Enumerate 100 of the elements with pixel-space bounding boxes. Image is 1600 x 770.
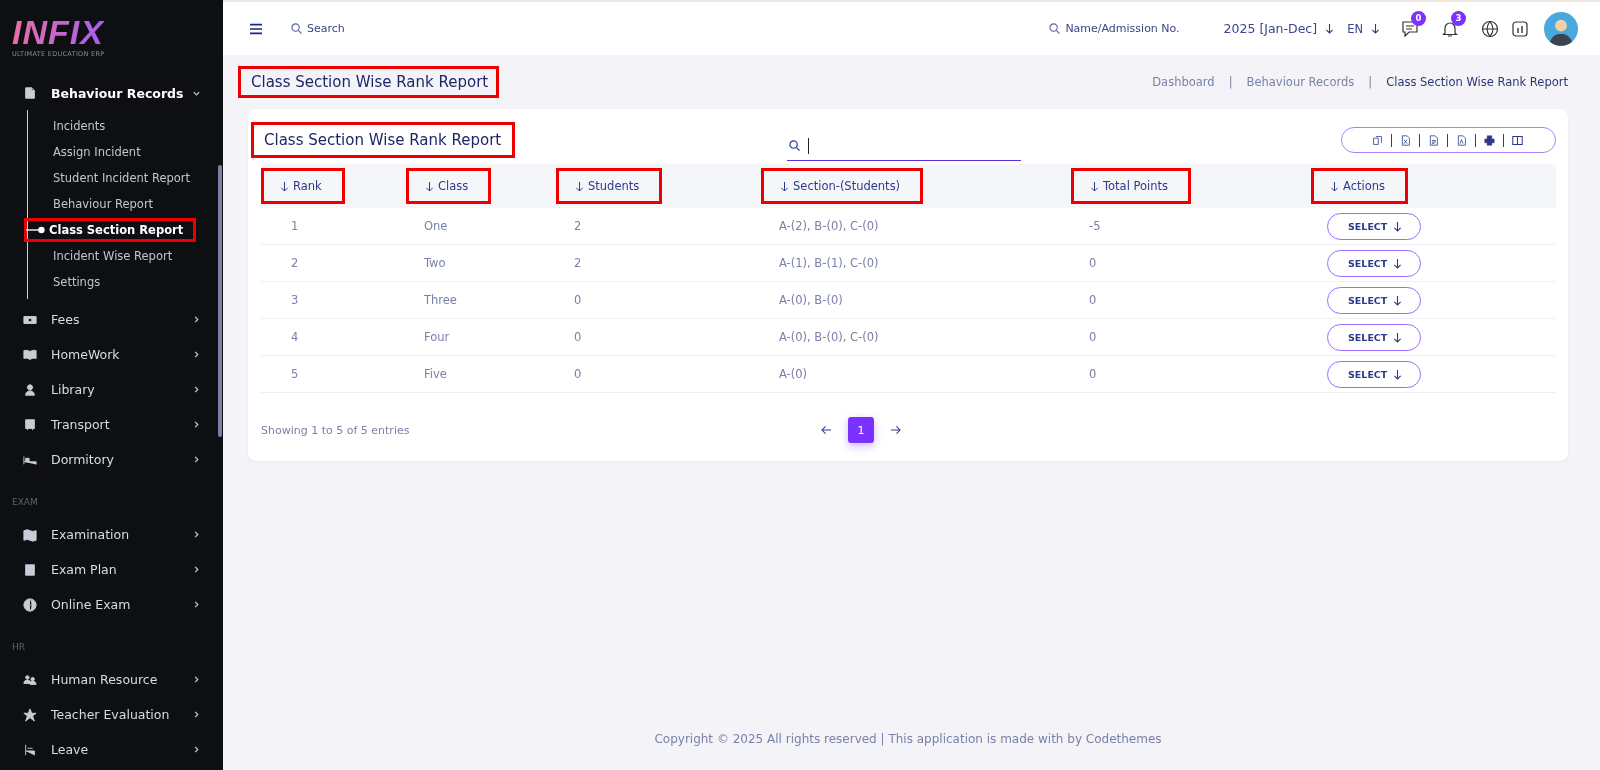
sidebar-item[interactable]: Exam Plan — [0, 552, 223, 587]
column-header[interactable]: Class — [406, 168, 492, 204]
table-cell-text: A-(0) — [778, 367, 808, 381]
arrow-right-icon[interactable] — [890, 425, 901, 435]
copyright-text: Copyright © 2025 All rights reserved | This application is made with by Codethemes — [653, 732, 1163, 748]
arrow-down-icon — [1330, 180, 1339, 192]
sidebar-item[interactable]: Fees — [0, 302, 223, 337]
arrow-down-icon — [280, 180, 289, 192]
select-button[interactable]: SELECT — [1327, 212, 1422, 240]
card-title: Class Section Wise Rank Report — [251, 122, 515, 158]
scrollbar[interactable] — [218, 165, 222, 437]
sidebar-item[interactable]: Human Resource — [0, 662, 223, 697]
table-cell-text: -5 — [1088, 219, 1101, 233]
chevron-icon — [192, 530, 201, 539]
sidebar-item[interactable]: Dormitory — [0, 442, 223, 477]
table-cell-text: 2 — [290, 256, 299, 270]
table-cell-text: A-(2), B-(0), C-(0) — [778, 219, 879, 233]
chevron-icon — [192, 420, 201, 429]
submenu-item[interactable]: Incidents — [48, 114, 111, 138]
table-cell-text: 2 — [573, 256, 582, 270]
column-header[interactable]: Rank — [261, 168, 345, 204]
book-icon — [23, 347, 37, 362]
submenu-item[interactable]: Student Incident Report — [48, 166, 196, 190]
breadcrumb-link[interactable]: Behaviour Records — [1246, 75, 1355, 89]
student-search-field[interactable]: Name/Admission No. — [1049, 22, 1180, 35]
column-header[interactable]: Section-(Students) — [761, 168, 924, 204]
chevron-icon — [192, 565, 201, 574]
breadcrumb-separator: | — [1228, 75, 1233, 89]
submenu-item[interactable]: Behaviour Report — [48, 192, 159, 216]
submenu-item[interactable]: Incident Wise Report — [48, 244, 178, 268]
people-icon — [23, 672, 37, 687]
sidebar-item[interactable]: Transport — [0, 407, 223, 442]
sidebar-item[interactable]: Examination — [0, 517, 223, 552]
arrow-down-icon — [1393, 220, 1403, 232]
arrow-down-icon — [1393, 368, 1403, 380]
page-title: Class Section Wise Rank Report — [238, 66, 500, 98]
column-header[interactable]: Total Points — [1071, 168, 1192, 204]
table-cell-text: A-(0), B-(0), C-(0) — [778, 330, 879, 344]
entries-info: Showing 1 to 5 of 5 entries — [261, 423, 411, 437]
message-count-badge: 0 — [1411, 10, 1426, 26]
language-dropdown[interactable]: EN — [1347, 21, 1380, 36]
table-cell-text: A-(0), B-(0) — [778, 293, 843, 307]
submenu-item[interactable]: Settings — [48, 270, 106, 294]
search-icon — [291, 23, 302, 34]
chart-icon[interactable] — [1510, 18, 1530, 39]
avatar-silhouette[interactable] — [1544, 11, 1578, 46]
breadcrumb-link[interactable]: Dashboard — [1152, 75, 1215, 89]
arrow-down-icon — [1393, 294, 1403, 306]
submenu-item[interactable]: Class Section Report — [24, 218, 197, 242]
sidebar-item[interactable]: Online Exam — [0, 587, 223, 622]
sidebar-item[interactable]: Teacher Evaluation — [0, 697, 223, 732]
select-button[interactable]: SELECT — [1327, 360, 1422, 388]
arrow-down-icon — [575, 180, 584, 192]
notification-count-badge: 3 — [1451, 10, 1466, 26]
table-cell-text: 3 — [290, 293, 299, 307]
chevron-icon — [192, 385, 201, 394]
person-icon — [23, 382, 37, 397]
chevron-icon — [192, 675, 201, 684]
table-cell-text: 0 — [573, 367, 582, 381]
table-cell-text: Two — [423, 256, 446, 270]
search-field[interactable]: Search — [291, 22, 345, 35]
table-cell-text: 5 — [290, 367, 299, 381]
table-cell-text: 4 — [290, 330, 299, 344]
column-header[interactable]: Actions — [1311, 168, 1408, 204]
arrow-left-icon[interactable] — [821, 425, 832, 435]
table-cell-text: A-(1), B-(1), C-(0) — [778, 256, 879, 270]
search-icon — [789, 140, 800, 151]
arrow-down-icon — [780, 180, 789, 192]
submenu-item[interactable]: Assign Incident — [48, 140, 146, 164]
chevron-icon — [192, 315, 201, 324]
arrow-down-icon — [425, 180, 434, 192]
column-header[interactable]: Students — [556, 168, 663, 204]
breadcrumb-link[interactable]: Class Section Wise Rank Report — [1386, 75, 1568, 89]
select-button[interactable]: SELECT — [1327, 286, 1422, 314]
chevron-icon — [192, 710, 201, 719]
arrow-down-icon — [1325, 23, 1335, 34]
section-heading: HR — [11, 641, 27, 654]
select-button[interactable]: SELECT — [1327, 323, 1422, 351]
map-icon — [23, 527, 37, 542]
table-cell-text: 2 — [573, 219, 582, 233]
chevron-icon — [192, 455, 201, 464]
menu-icon[interactable] — [249, 22, 263, 35]
sidebar-item[interactable]: Library — [0, 372, 223, 407]
table-cell-text: Five — [423, 367, 447, 381]
sidebar-item[interactable]: HomeWork — [0, 337, 223, 372]
arrow-down-icon — [1393, 257, 1403, 269]
sidebar-item[interactable]: Leave — [0, 732, 223, 767]
table-cell-text: 0 — [1088, 293, 1097, 307]
page-button[interactable]: 1 — [848, 417, 874, 443]
search-icon — [1049, 23, 1061, 34]
table-cell-text: 0 — [1088, 256, 1097, 270]
sidebar-item[interactable]: Behaviour Records — [0, 76, 223, 110]
chevron-icon — [192, 350, 201, 359]
table-cell-text: 0 — [573, 330, 582, 344]
select-button[interactable]: SELECT — [1327, 249, 1422, 277]
table-cell-text: 0 — [1088, 330, 1097, 344]
breadcrumb-separator: | — [1368, 75, 1373, 89]
table-cell-text: 0 — [573, 293, 582, 307]
table-cell-text: 1 — [290, 219, 299, 233]
session-dropdown[interactable]: 2025 [Jan-Dec] — [1223, 21, 1335, 36]
